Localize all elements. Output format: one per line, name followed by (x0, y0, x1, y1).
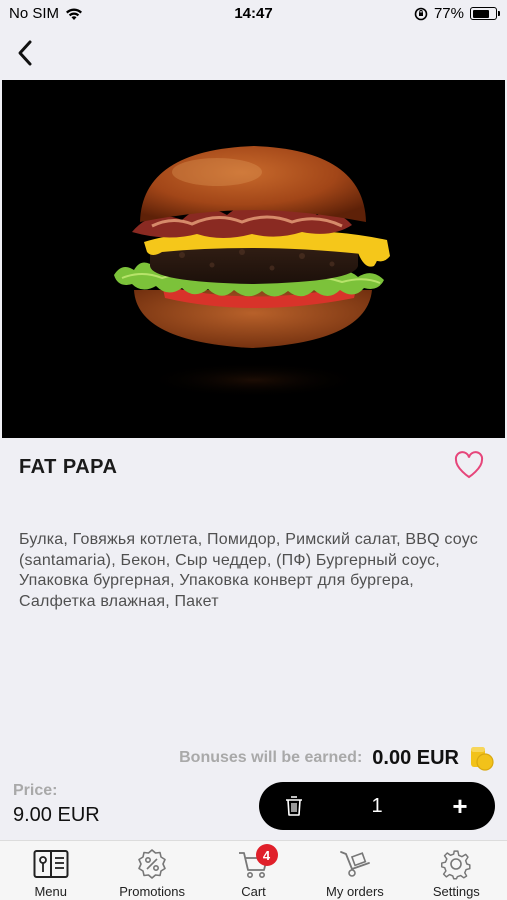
cart-badge: 4 (255, 844, 278, 866)
tab-label: Menu (34, 884, 67, 899)
tab-cart[interactable]: 4 Cart (203, 841, 304, 900)
favorite-button[interactable] (453, 450, 485, 482)
battery-percent: 77% (433, 5, 464, 22)
price-block: Price: 9.00 EUR (13, 782, 100, 827)
plus-icon: + (452, 791, 468, 821)
bonus-value: 0.00 EUR (372, 746, 459, 769)
bonus-label: Bonuses will be earned: (179, 749, 363, 766)
tab-menu[interactable]: Menu (0, 841, 101, 900)
price-label: Price: (13, 782, 58, 799)
back-button[interactable] (10, 36, 40, 70)
nav-bar (0, 28, 507, 78)
chevron-left-icon (18, 40, 32, 66)
burger-photo (2, 80, 505, 438)
product-image (2, 80, 505, 438)
status-bar: No SIM 14:47 77% (0, 0, 507, 28)
tab-label: My orders (326, 884, 384, 899)
tab-promotions[interactable]: Promotions (101, 841, 202, 900)
battery-icon (470, 7, 500, 20)
quantity-stepper: 1 + (259, 782, 495, 830)
trash-icon (286, 796, 302, 816)
product-title-row: FAT PAPA (0, 438, 507, 498)
tab-bar: Menu Promotions 4 Cart My orders Setting… (0, 840, 507, 900)
tab-settings[interactable]: Settings (406, 841, 507, 900)
price-value: 9.00 EUR (13, 804, 100, 826)
orientation-lock-icon (414, 7, 428, 20)
tab-my-orders[interactable]: My orders (304, 841, 405, 900)
tab-label: Promotions (119, 884, 185, 899)
battery-level (472, 9, 490, 18)
quantity-value: 1 (371, 794, 383, 817)
hand-truck-icon (340, 851, 370, 877)
percent-badge-icon (138, 849, 166, 879)
remove-item-button[interactable] (259, 782, 329, 830)
heart-outline-icon (454, 451, 484, 479)
product-title: FAT PAPA (19, 456, 118, 478)
tab-label: Cart (241, 884, 266, 899)
tab-label: Settings (432, 884, 480, 899)
bonus-row: Bonuses will be earned: 0.00 EUR (179, 744, 495, 772)
product-description: Булка, Говяжья котлета, Помидор, Римский… (19, 531, 478, 610)
coins-icon (471, 747, 494, 771)
menu-book-icon (33, 850, 69, 878)
gear-icon (441, 850, 471, 880)
increase-quantity-button[interactable]: + (425, 782, 495, 830)
status-right: 77% (414, 5, 500, 22)
